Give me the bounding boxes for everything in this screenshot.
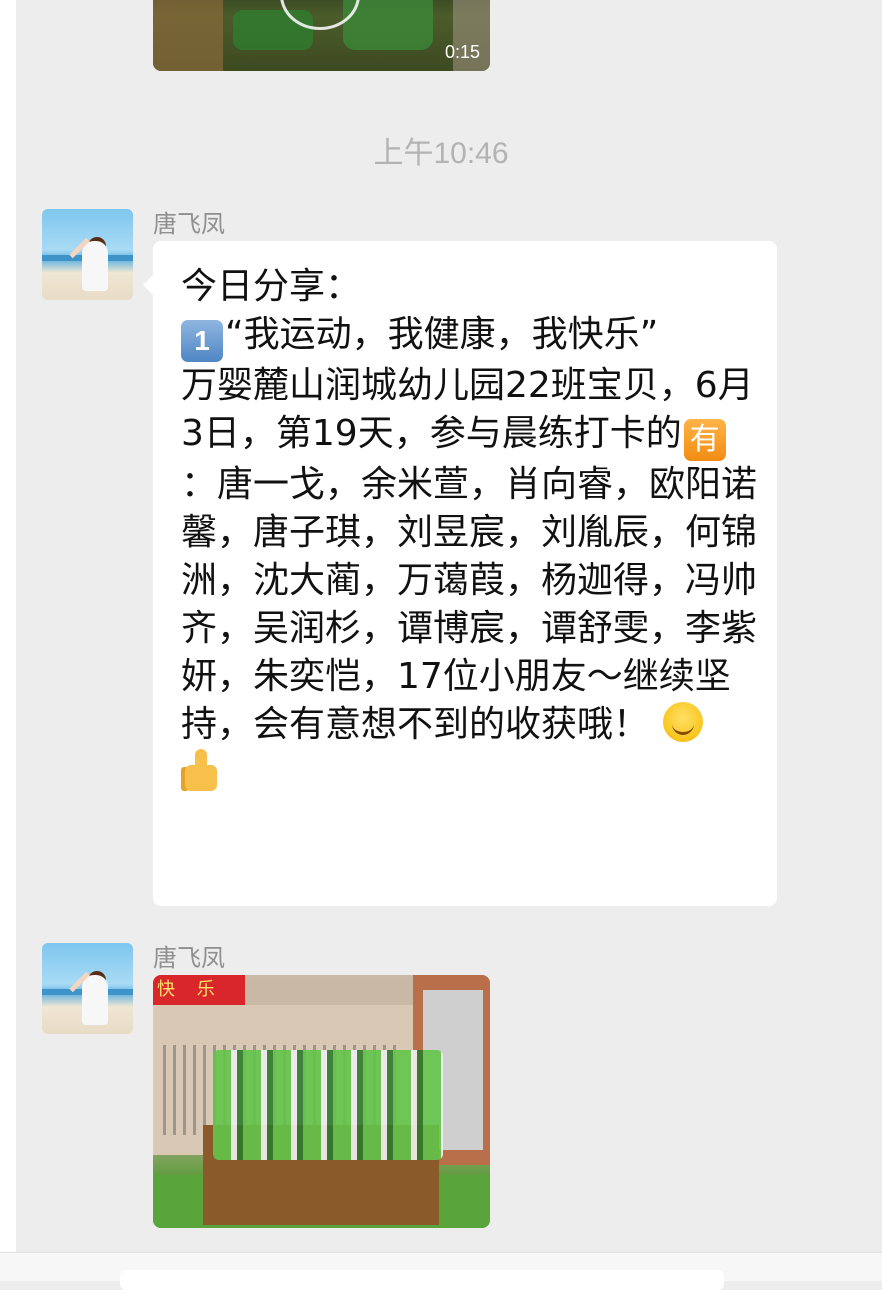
sender-avatar[interactable] [42,209,133,300]
avatar-person [82,975,108,1025]
photo-children-group [213,1050,443,1160]
thumbs-up-emoji-icon [181,749,221,793]
sender-name: 唐飞凤 [153,210,225,238]
chat-timestamp: 上午10:46 [373,137,509,170]
message-line: 今日分享： [181,266,362,307]
text-message-bubble[interactable]: 今日分享： 1 “我运动，我健康，我快乐” 万婴麓山润城幼儿园22班宝贝，6月3日… [143,241,777,906]
image-message-photo[interactable]: 快 乐 [153,975,490,1228]
you-badge-icon: 有 [683,419,726,461]
sender-avatar[interactable] [42,943,133,1034]
photo-banner: 快 乐 [153,975,245,1005]
message-text: 今日分享： 1 “我运动，我健康，我快乐” 万婴麓山润城幼儿园22班宝贝，6月3日… [181,263,761,798]
smile-emoji-icon [663,702,704,742]
video-message-thumbnail[interactable]: 0:15 [153,0,490,71]
keycap-one-icon: 1 [181,320,223,362]
sender-name: 唐飞凤 [153,944,225,972]
message-input[interactable] [120,1270,724,1290]
video-duration: 0:15 [444,42,480,62]
message-line: “我运动，我健康，我快乐” [225,314,659,355]
message-line: 万婴麓山润城幼儿园22班宝贝，6月3日，第19天，参与晨练打卡的 [181,365,754,454]
video-scene-shape [153,0,223,71]
left-edge [0,0,16,1280]
message-line: ：唐一戈，余米萱，肖向睿，欧阳诺馨，唐子琪，刘昱宸，刘胤辰，何锦洲，沈大蔺，万蔼… [181,464,758,745]
avatar-person [82,241,108,291]
